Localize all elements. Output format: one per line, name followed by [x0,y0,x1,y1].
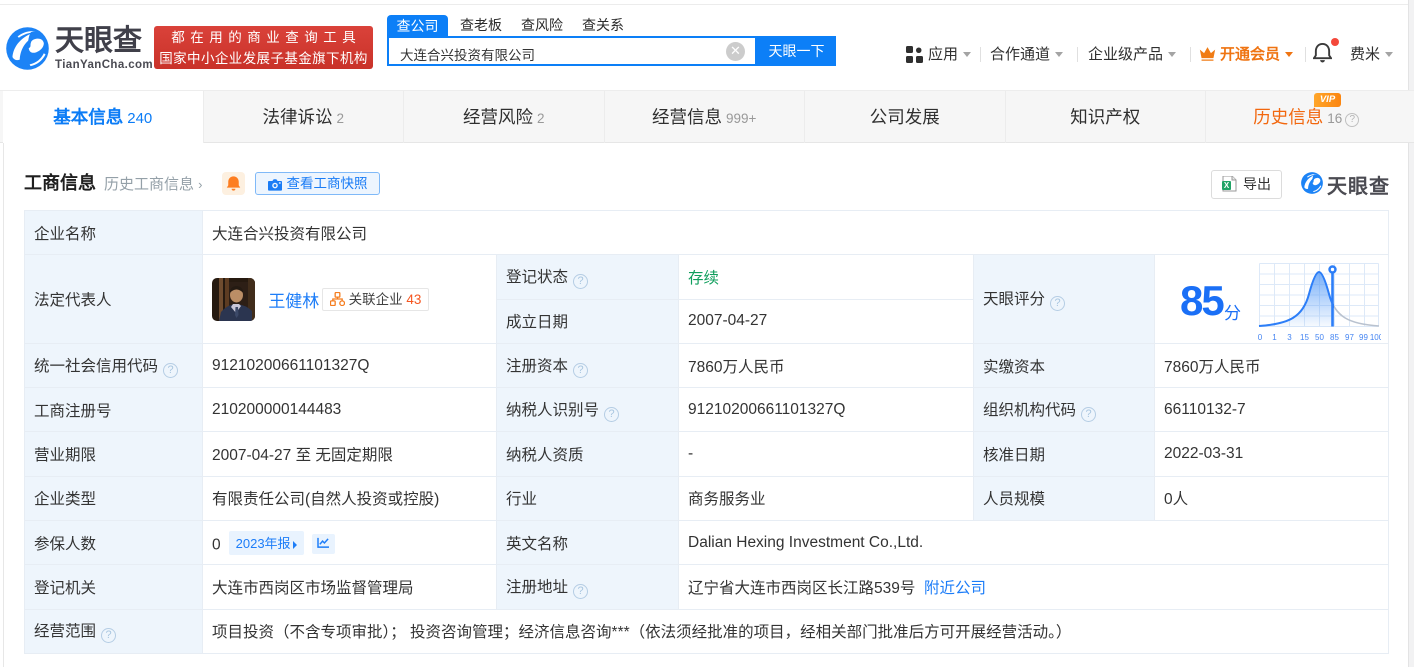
svg-text:99: 99 [1359,333,1368,342]
svg-text:85: 85 [1330,333,1339,342]
svg-text:50: 50 [1315,333,1324,342]
svg-text:3: 3 [1287,333,1292,342]
svg-text:15: 15 [1300,333,1309,342]
svg-text:100: 100 [1370,333,1381,342]
svg-text:X: X [1224,181,1230,190]
svg-text:97: 97 [1345,333,1354,342]
svg-text:0: 0 [1258,333,1263,342]
svg-text:1: 1 [1272,333,1277,342]
